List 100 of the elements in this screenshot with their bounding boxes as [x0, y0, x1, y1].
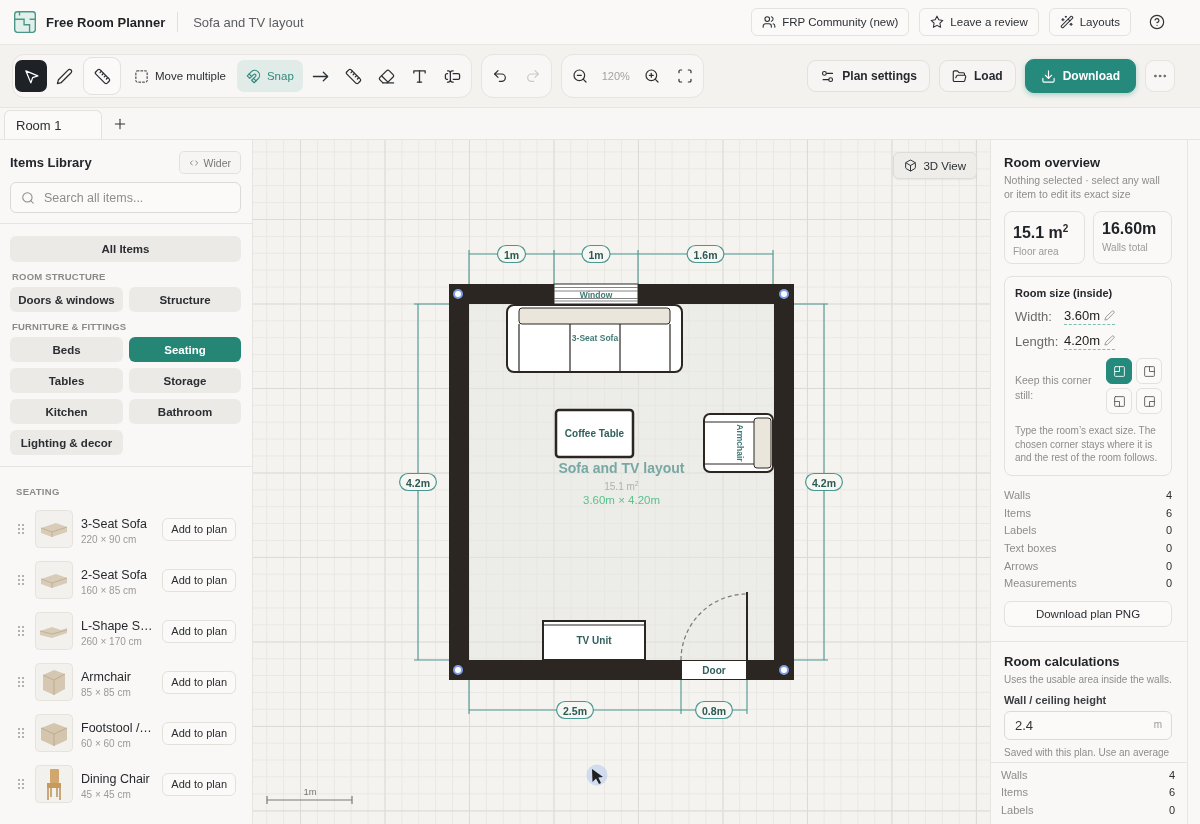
- stat-label: Walls total: [1102, 242, 1149, 253]
- chair-image: [35, 765, 73, 803]
- count-value: 4: [1168, 768, 1175, 781]
- footstool-image: [35, 714, 73, 752]
- 3d-view-button[interactable]: 3D View: [893, 152, 977, 179]
- pencil-icon: [55, 67, 73, 85]
- drag-handle-icon[interactable]: [18, 728, 24, 738]
- corner-handle[interactable]: [453, 665, 463, 675]
- category-button[interactable]: Storage: [129, 368, 241, 393]
- category-button[interactable]: Seating: [129, 337, 241, 362]
- drag-handle-icon[interactable]: [18, 779, 24, 789]
- select-tool-button[interactable]: [15, 60, 47, 92]
- item-name: 3-Seat Sofa: [81, 516, 147, 531]
- scale-label: 1m: [303, 785, 317, 797]
- item-label: 3-Seat Sofa: [571, 333, 619, 343]
- community-button[interactable]: FRP Community (new): [751, 8, 910, 36]
- plan-settings-button[interactable]: Plan settings: [807, 60, 930, 92]
- drag-handle-icon[interactable]: [18, 575, 24, 585]
- plus-icon[interactable]: [113, 117, 127, 131]
- add-to-plan-button[interactable]: Add to plan: [162, 619, 236, 643]
- count-label: Items: [1004, 506, 1031, 519]
- download-button[interactable]: Download: [1024, 59, 1136, 93]
- help-icon[interactable]: [1149, 14, 1165, 30]
- category-button[interactable]: Structure: [129, 287, 241, 312]
- category-button[interactable]: Beds: [10, 337, 123, 362]
- room-name-label: Sofa and TV layout: [558, 460, 685, 477]
- zoom-out-icon: [571, 68, 588, 84]
- dimension-label: 4.2m: [805, 472, 843, 492]
- count-value: 4: [1165, 489, 1172, 502]
- section-subtitle: Nothing selected · select any wall or item to edit its exact size: [1004, 173, 1161, 201]
- armchair[interactable]: [703, 413, 774, 473]
- stat-value: 15.1 m$^{2}$: [1013, 222, 1070, 244]
- stat-label: Floor area: [1013, 246, 1060, 258]
- dimension-field[interactable]: 3.60m: [1064, 307, 1116, 325]
- people-icon: [762, 15, 777, 29]
- count-label: Labels: [1001, 804, 1034, 816]
- item-name: Armchair: [81, 669, 131, 684]
- corner-handle[interactable]: [453, 289, 463, 299]
- count-value: 0: [1168, 804, 1175, 816]
- window[interactable]: [553, 283, 639, 305]
- review-button[interactable]: Leave a review: [919, 8, 1039, 36]
- section-heading: FURNITURE & FITTINGS: [12, 321, 128, 332]
- corner-handle[interactable]: [779, 289, 789, 299]
- search-icon: [21, 190, 35, 205]
- layouts-button[interactable]: Layouts: [1048, 8, 1131, 36]
- download-png-button[interactable]: Download plan PNG: [1004, 601, 1172, 628]
- sliders-icon: [820, 68, 836, 84]
- ruler-icon: [93, 67, 111, 85]
- category-button[interactable]: Lighting & decor: [10, 430, 123, 455]
- item-size: 60 × 60 cm: [81, 737, 131, 749]
- door[interactable]: [680, 591, 748, 680]
- add-to-plan-button[interactable]: Add to plan: [162, 721, 236, 745]
- count-value: 6: [1168, 786, 1175, 799]
- count-value: 0: [1165, 577, 1172, 590]
- snap-toggle[interactable]: Snap: [236, 60, 303, 92]
- dimension-label: 2.5m: [556, 700, 594, 720]
- code-icon: [188, 157, 199, 168]
- count-value: 0: [1165, 559, 1172, 572]
- panel-title: Items Library: [10, 155, 92, 170]
- field-label: Width:: [1015, 308, 1053, 324]
- category-button[interactable]: Tables: [10, 368, 123, 393]
- sofa[interactable]: [506, 304, 683, 373]
- search-field[interactable]: Search all items...: [10, 182, 241, 213]
- count-value: 0: [1165, 542, 1172, 555]
- field-label: Length:: [1015, 333, 1060, 349]
- dimension-label: 1m: [581, 244, 611, 264]
- category-button[interactable]: All Items: [10, 236, 241, 262]
- add-to-plan-button[interactable]: Add to plan: [162, 568, 236, 592]
- text-field-icon: [444, 67, 462, 85]
- add-to-plan-button[interactable]: Add to plan: [162, 670, 236, 694]
- wider-button[interactable]: Wider: [178, 151, 241, 174]
- text-icon: [411, 67, 429, 85]
- stat-value: 16.60m: [1102, 219, 1158, 239]
- section-subtitle: Uses the usable area inside the walls.: [1004, 674, 1172, 686]
- corner-handle[interactable]: [779, 665, 789, 675]
- move-multiple-button[interactable]: Move multiple: [128, 60, 232, 92]
- dimension-field[interactable]: 4.20m: [1064, 332, 1116, 350]
- drag-handle-icon[interactable]: [18, 677, 24, 687]
- folder-icon: [952, 68, 967, 84]
- room-tab[interactable]: Room 1: [4, 110, 102, 139]
- category-button[interactable]: Kitchen: [10, 399, 123, 424]
- coffee-table[interactable]: [554, 408, 635, 459]
- load-button[interactable]: Load: [939, 60, 1016, 92]
- item-size: 85 × 85 cm: [81, 686, 131, 698]
- item-label: Window: [579, 289, 613, 300]
- corner-button[interactable]: [1106, 358, 1132, 384]
- category-button[interactable]: Doors & windows: [10, 287, 123, 312]
- tv-unit[interactable]: [542, 620, 646, 661]
- floor-plan-logo-icon[interactable]: [14, 11, 36, 33]
- plan-title: Sofa and TV layout: [193, 14, 304, 30]
- count-label: Arrows: [1004, 559, 1039, 572]
- measure-tool-button[interactable]: [83, 57, 121, 95]
- drag-handle-icon[interactable]: [18, 524, 24, 534]
- corner-label: Keep this corner still:: [1015, 373, 1093, 403]
- drag-handle-icon[interactable]: [18, 626, 24, 636]
- add-to-plan-button[interactable]: Add to plan: [162, 517, 236, 541]
- dimension-label: 0.8m: [695, 700, 733, 720]
- add-to-plan-button[interactable]: Add to plan: [162, 772, 236, 796]
- category-button[interactable]: Bathroom: [129, 399, 241, 424]
- count-value: 6: [1165, 506, 1172, 519]
